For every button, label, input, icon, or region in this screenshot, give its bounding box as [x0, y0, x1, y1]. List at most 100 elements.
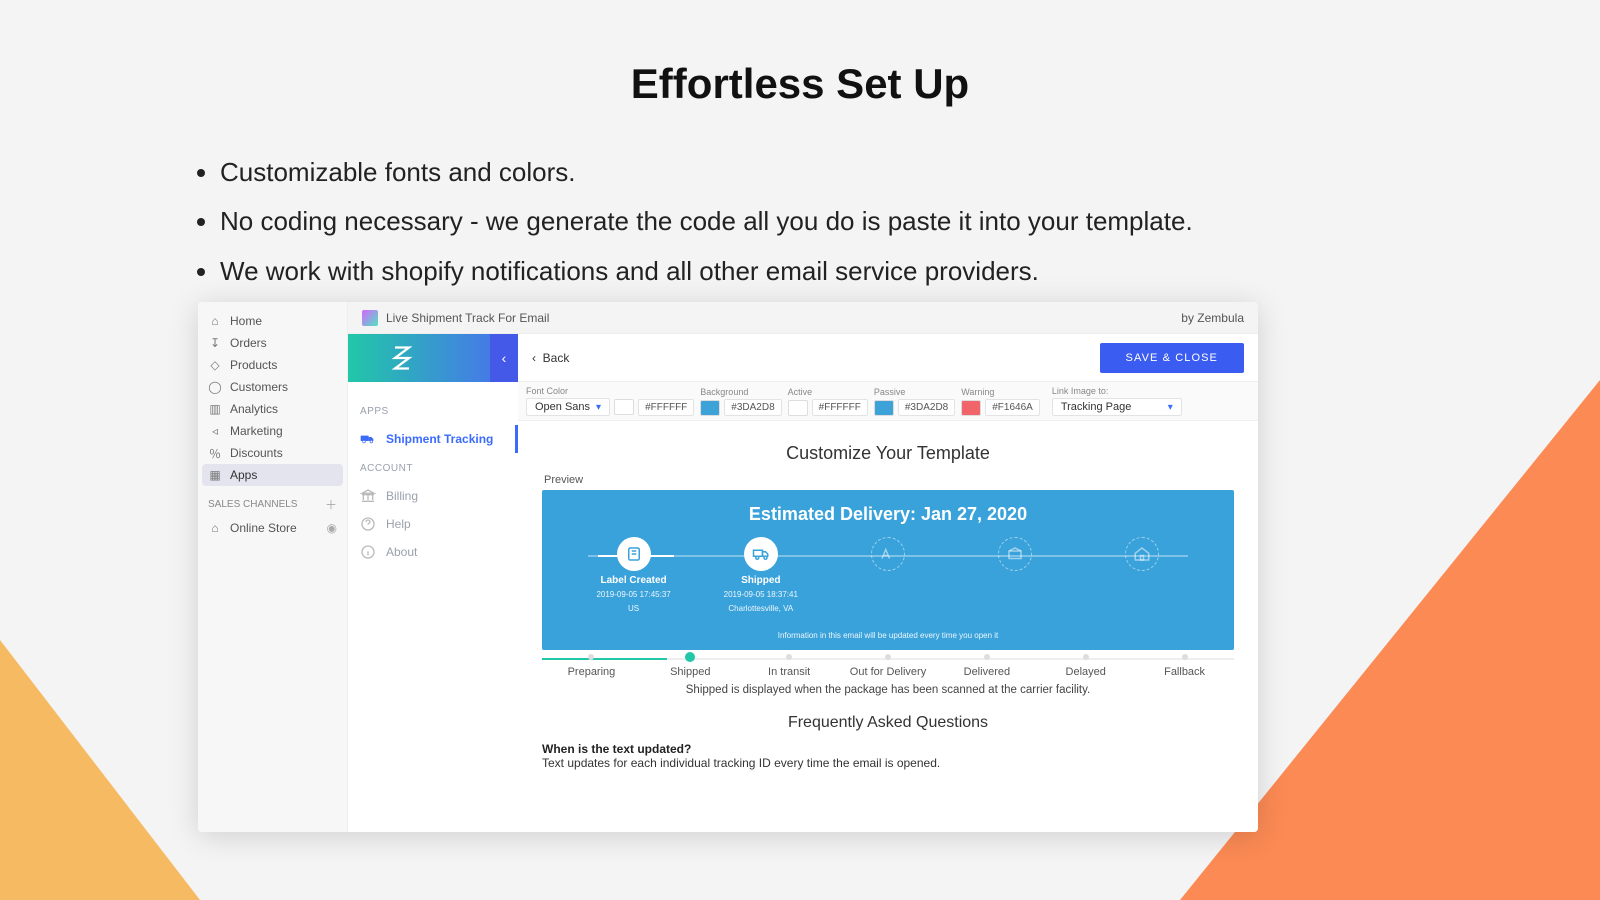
step-in-transit	[824, 537, 951, 571]
apps-icon: ▦	[208, 468, 222, 482]
app-nav-column: ‹ APPS Shipment Tracking ACCOUNT Billing	[348, 334, 518, 832]
app-logo-icon	[362, 310, 378, 326]
chart-icon: ▥	[208, 402, 222, 416]
faq-section: Frequently Asked Questions When is the t…	[542, 714, 1234, 770]
caret-down-icon: ▾	[1168, 402, 1173, 413]
tab-delayed[interactable]: Delayed	[1036, 666, 1135, 678]
preview-banner: Estimated Delivery: Jan 27, 2020 Label C…	[542, 490, 1234, 650]
tab-preparing[interactable]: Preparing	[542, 666, 641, 678]
faq-answer: Text updates for each individual trackin…	[542, 756, 1234, 770]
sidebar-label: Discounts	[230, 446, 283, 460]
font-select[interactable]: Open Sans▾	[526, 398, 610, 416]
app-title: Live Shipment Track For Email	[386, 311, 549, 325]
sidebar-item-analytics[interactable]: ▥ Analytics	[198, 398, 347, 420]
estimated-delivery-text: Estimated Delivery: Jan 27, 2020	[564, 504, 1212, 525]
sidebar-item-online-store[interactable]: ⌂ Online Store ◉	[198, 517, 347, 539]
sidebar-item-products[interactable]: ◇ Products	[198, 354, 347, 376]
app-titlebar: Live Shipment Track For Email by Zembula	[348, 302, 1258, 334]
tab-out-for-delivery[interactable]: Out for Delivery	[839, 666, 938, 678]
eye-icon[interactable]: ◉	[327, 521, 337, 535]
hero-bullets: Customizable fonts and colors. No coding…	[190, 148, 1410, 296]
customize-heading: Customize Your Template	[542, 443, 1234, 464]
font-color-swatch[interactable]	[614, 399, 634, 415]
help-icon	[360, 516, 376, 532]
tab-fallback[interactable]: Fallback	[1135, 666, 1234, 678]
tab-shipped[interactable]: Shipped	[641, 666, 740, 678]
active-swatch[interactable]	[788, 400, 808, 416]
home-icon: ⌂	[208, 314, 222, 328]
hero-bullet: No coding necessary - we generate the co…	[220, 197, 1410, 246]
background-label: Background	[700, 387, 781, 397]
nav-label: Shipment Tracking	[386, 432, 493, 446]
tab-description: Shipped is displayed when the package ha…	[542, 684, 1234, 696]
save-and-close-button[interactable]: SAVE & CLOSE	[1100, 343, 1244, 373]
sidebar-label: Online Store	[230, 521, 319, 535]
collapse-nav-icon[interactable]: ‹	[490, 334, 518, 382]
font-color-hex[interactable]: #FFFFFF	[638, 399, 694, 416]
nav-label: Billing	[386, 489, 418, 503]
status-tabs: Preparing Shipped In transit Out for Del…	[542, 666, 1234, 678]
sales-channels-heading: SALES CHANNELS ＋	[198, 486, 347, 517]
sidebar-label: Analytics	[230, 402, 278, 416]
delivery-icon	[998, 537, 1032, 571]
sidebar-label: Marketing	[230, 424, 283, 438]
sidebar-item-marketing[interactable]: ◃ Marketing	[198, 420, 347, 442]
sidebar-item-customers[interactable]: ◯Customers	[198, 376, 347, 398]
sidebar-item-home[interactable]: ⌂ Home	[198, 310, 347, 332]
preview-label: Preview	[544, 474, 1234, 486]
percent-icon: ％	[208, 446, 222, 460]
nav-item-shipment-tracking[interactable]: Shipment Tracking	[360, 425, 518, 453]
tab-delivered[interactable]: Delivered	[937, 666, 1036, 678]
megaphone-icon: ◃	[208, 424, 222, 438]
nav-item-billing[interactable]: Billing	[360, 482, 506, 510]
caret-down-icon: ▾	[596, 402, 601, 413]
nav-item-about[interactable]: About	[360, 538, 506, 566]
nav-item-help[interactable]: Help	[360, 510, 506, 538]
sidebar-item-orders[interactable]: ↧ Orders	[198, 332, 347, 354]
passive-hex[interactable]: #3DA2D8	[898, 399, 955, 416]
home-icon	[1125, 537, 1159, 571]
tab-in-transit[interactable]: In transit	[740, 666, 839, 678]
info-icon	[360, 544, 376, 560]
orders-icon: ↧	[208, 336, 222, 350]
shopify-sidebar: ⌂ Home ↧ Orders ◇ Products ◯Customers ▥ Anal…	[198, 302, 348, 832]
zembula-logo-icon	[388, 344, 416, 372]
label-icon	[617, 537, 651, 571]
truck-icon	[360, 431, 376, 447]
tab-progress-bar	[542, 658, 667, 660]
link-image-label: Link Image to:	[1052, 386, 1182, 396]
active-hex[interactable]: #FFFFFF	[812, 399, 868, 416]
nav-label: About	[386, 545, 417, 559]
hero-bullet: Customizable fonts and colors.	[220, 148, 1410, 197]
warning-hex[interactable]: #F1646A	[985, 399, 1040, 416]
step-shipped: Shipped 2019-09-05 18:37:41 Charlottesvi…	[697, 537, 824, 613]
step-out-for-delivery	[952, 537, 1079, 571]
active-label: Active	[788, 387, 868, 397]
bg-triangle-left	[0, 640, 200, 900]
faq-heading: Frequently Asked Questions	[542, 714, 1234, 732]
font-color-label: Font Color	[526, 386, 694, 396]
add-channel-icon[interactable]: ＋	[325, 496, 337, 513]
passive-label: Passive	[874, 387, 955, 397]
link-image-select[interactable]: Tracking Page▾	[1052, 398, 1182, 416]
tag-icon: ◇	[208, 358, 222, 372]
sidebar-label: Products	[230, 358, 277, 372]
app-screenshot: ⌂ Home ↧ Orders ◇ Products ◯Customers ▥ Anal…	[198, 302, 1258, 832]
step-label-created: Label Created 2019-09-05 17:45:37 US	[570, 537, 697, 613]
step-delivered	[1079, 537, 1206, 571]
background-hex[interactable]: #3DA2D8	[724, 399, 781, 416]
sidebar-item-apps[interactable]: ▦Apps	[202, 464, 343, 486]
sidebar-label: Orders	[230, 336, 267, 350]
warning-label: Warning	[961, 387, 1040, 397]
nav-label: Help	[386, 517, 411, 531]
sidebar-item-discounts[interactable]: ％ Discounts	[198, 442, 347, 464]
sidebar-label: Home	[230, 314, 262, 328]
hero-title: Effortless Set Up	[190, 60, 1410, 108]
warning-swatch[interactable]	[961, 400, 981, 416]
user-icon: ◯	[208, 380, 222, 394]
app-author: by Zembula	[1181, 311, 1244, 325]
store-icon: ⌂	[208, 521, 222, 535]
background-swatch[interactable]	[700, 400, 720, 416]
back-button[interactable]: ‹ Back	[532, 351, 569, 365]
passive-swatch[interactable]	[874, 400, 894, 416]
